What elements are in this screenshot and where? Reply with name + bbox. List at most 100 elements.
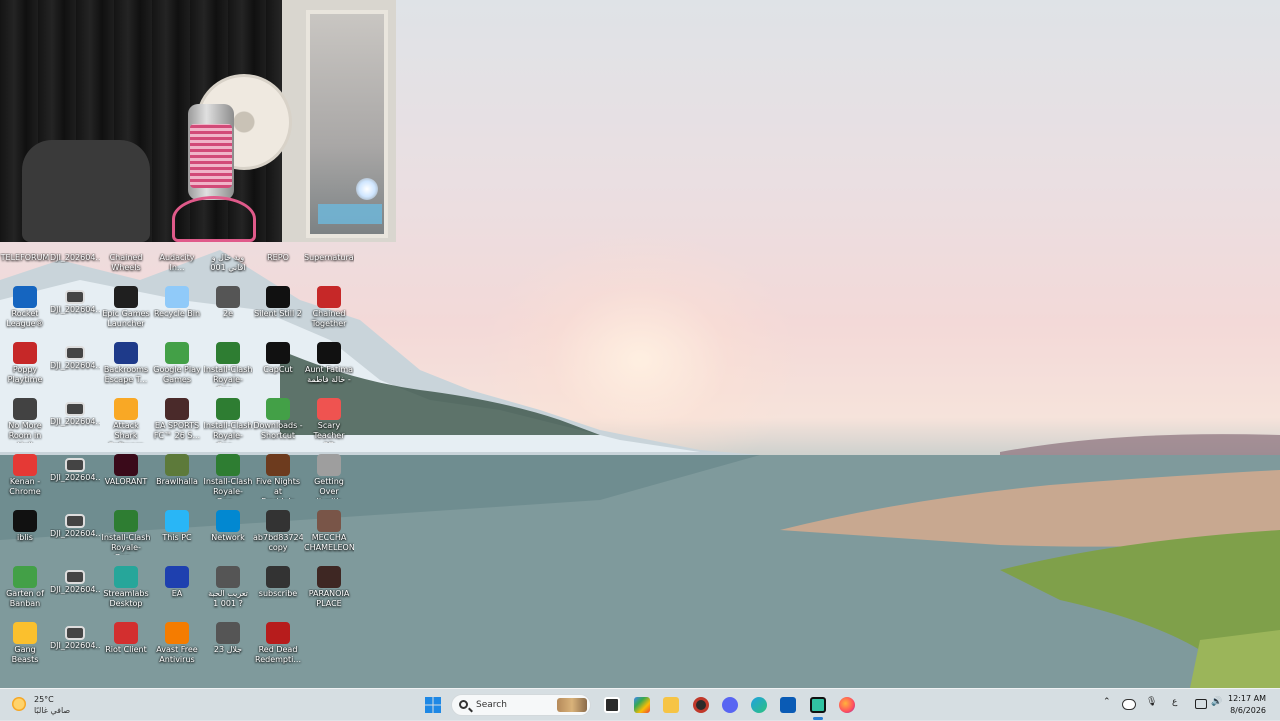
getting-over-it-icon <box>317 454 341 476</box>
desktop-icon-label: Aunt Fatima خالة فاطمة - <box>304 365 354 384</box>
webcam-shock-mount <box>172 196 256 242</box>
desktop-icon[interactable]: Red Dead Redempti... <box>253 618 303 674</box>
desktop-icon[interactable]: REPO <box>253 242 303 272</box>
desktop-icon[interactable]: Attack Shark Software <box>101 394 151 450</box>
desktop-icon[interactable]: Aunt Fatima خالة فاطمة - <box>304 338 354 394</box>
desktop-icon[interactable]: EA SPORTS FC™ 26 S... <box>152 394 202 450</box>
desktop-icon[interactable]: DJI_202604... <box>50 338 100 394</box>
widgets-icon[interactable] <box>634 697 650 713</box>
video-file-icon <box>266 566 290 588</box>
input-language[interactable]: ع <box>1172 697 1177 707</box>
desktop-icon[interactable]: Five Nights at Freddy's <box>253 450 303 506</box>
desktop-icon[interactable]: Audacity In... <box>152 242 202 272</box>
desktop-icon[interactable]: Streamlabs Desktop <box>101 562 151 618</box>
desktop-icon[interactable]: ab7bd83724... copy <box>253 506 303 562</box>
chevron-up-icon[interactable]: ⌃ <box>1103 697 1111 707</box>
desktop-icon[interactable]: Getting Over It with Ben... <box>304 450 354 506</box>
weather-temp: 25°C <box>34 695 54 704</box>
desktop-icon-label: Poppy Playtime <box>7 365 43 384</box>
desktop-icon[interactable]: وية خال و اقاني 001 <box>203 242 253 272</box>
video-file-icon <box>65 514 85 528</box>
desktop-icon[interactable]: iblis <box>0 506 50 562</box>
desktop-icon[interactable]: DJI_202604... <box>50 450 100 506</box>
edge-icon[interactable] <box>751 697 767 713</box>
desktop-icon[interactable]: Silent Still 2 <box>253 282 303 338</box>
desktop-icon[interactable]: 2e <box>203 282 253 338</box>
desktop-icon[interactable]: Supernatural <box>304 242 354 272</box>
desktop-icon[interactable]: No More Room in Hell <box>0 394 50 450</box>
desktop-icon[interactable]: Downloads - Shortcut <box>253 394 303 450</box>
desktop-icon[interactable]: Brawlhalla <box>152 450 202 506</box>
desktop-icon-label: This PC <box>162 533 192 542</box>
desktop-icon[interactable]: CapCut <box>253 338 303 394</box>
weather-widget[interactable]: 25°C صافي غالبًا <box>10 694 100 718</box>
desktop-icon[interactable]: Rocket League® <box>0 282 50 338</box>
desktop-icon[interactable]: Install-Clash Royale-Goo... <box>101 506 151 562</box>
task-view-icon[interactable] <box>604 697 620 713</box>
desktop-icon[interactable]: DJI_202604... <box>50 618 100 674</box>
streamlabs-icon <box>114 566 138 588</box>
desktop-icon[interactable]: Google Play Games <box>152 338 202 394</box>
search-placeholder: Search <box>476 700 507 710</box>
desktop-icon[interactable]: Riot Client <box>101 618 151 674</box>
desktop-icon-label: Brawlhalla <box>156 477 198 486</box>
desktop-icon[interactable]: PARANOIA PLACE <box>304 562 354 618</box>
desktop-icon[interactable]: Epic Games Launcher <box>101 282 151 338</box>
desktop-icon[interactable]: Garten of Banban <box>0 562 50 618</box>
desktop-icon-label: Audacity In... <box>159 253 195 272</box>
desktop-icon[interactable]: تعريب الحبة 1 001 ? <box>203 562 253 618</box>
firefox-icon[interactable] <box>839 697 855 713</box>
desktop-icon[interactable]: Gang Beasts <box>0 618 50 674</box>
desktop-icon[interactable]: Install-Clash Royale-Goo... <box>203 394 253 450</box>
clock-date: 8/6/2026 <box>1230 706 1266 715</box>
onedrive-icon[interactable] <box>1122 699 1136 710</box>
desktop-icon[interactable]: Install-Clash Royale-Goo... <box>203 450 253 506</box>
desktop-icon-label: Install-Clash Royale-Goo... <box>203 365 253 387</box>
desktop-icon[interactable]: Install-Clash Royale-Goo... <box>203 338 253 394</box>
taskbar-search[interactable]: Search <box>451 694 591 716</box>
video-file-icon <box>216 286 240 308</box>
desktop-icon[interactable]: Recycle Bin <box>152 282 202 338</box>
start-windows-icon[interactable] <box>425 697 441 713</box>
system-clock[interactable]: 12:17 AM 8/6/2026 <box>1228 693 1266 717</box>
video-file-icon <box>65 458 85 472</box>
desktop-icon[interactable]: Backrooms Escape T... <box>101 338 151 394</box>
desktop-icon[interactable]: Poppy Playtime <box>0 338 50 394</box>
attack-shark-icon <box>114 398 138 420</box>
desktop-icon[interactable]: Chained Together <box>304 282 354 338</box>
desktop-icon[interactable]: DJI_202604... <box>50 506 100 562</box>
desktop-icon-label: Install-Clash Royale-Goo... <box>203 421 253 443</box>
desktop-icon[interactable]: Chained Wheels <box>101 242 151 272</box>
desktop-icon[interactable]: TELEFORUM <box>0 242 50 272</box>
network-status-icon[interactable] <box>1195 699 1207 709</box>
taskbar: 25°C صافي غالبًا Search ⌃ 🎙 ع 🔊 12:17 AM… <box>0 688 1280 721</box>
streamlabs-taskbar-icon[interactable] <box>810 697 826 713</box>
desktop-icon[interactable]: DJI_202604... <box>50 394 100 450</box>
desktop-icon[interactable]: MECCHA CHAMELEON <box>304 506 354 562</box>
desktop-icon[interactable]: This PC <box>152 506 202 562</box>
microphone-icon[interactable]: 🎙 <box>1146 697 1157 707</box>
desktop-icon-label: تعريب الحبة 1 001 ? <box>208 589 248 608</box>
desktop-icon[interactable]: VALORANT <box>101 450 151 506</box>
recycle-bin-icon <box>165 286 189 308</box>
desktop-icon[interactable]: EA <box>152 562 202 618</box>
desktop-icon[interactable]: Network <box>203 506 253 562</box>
volume-icon[interactable]: 🔊 <box>1211 697 1222 707</box>
desktop-icon[interactable]: Scary Teacher 3D <box>304 394 354 450</box>
discord-icon[interactable] <box>722 697 738 713</box>
ea-sports-icon <box>165 398 189 420</box>
desktop-icon[interactable]: Kenan - Chrome <box>0 450 50 506</box>
desktop-icon[interactable]: جلال 23 <box>203 618 253 674</box>
iblis-icon <box>13 510 37 532</box>
desktop-icon[interactable]: Avast Free Antivirus <box>152 618 202 674</box>
desktop-icon[interactable]: DJI_202604... <box>50 282 100 338</box>
chrome-icon <box>13 454 37 476</box>
epic-games-icon <box>114 286 138 308</box>
desktop-icon-label: Riot Client <box>105 645 147 654</box>
desktop-icon[interactable]: subscribe <box>253 562 303 618</box>
desktop-icon[interactable]: DJI_202604... <box>50 562 100 618</box>
desktop-icon[interactable]: DJI_202604... <box>50 242 100 272</box>
microsoft-store-icon[interactable] <box>780 697 796 713</box>
file-explorer-icon[interactable] <box>663 697 679 713</box>
obs-icon[interactable] <box>693 697 709 713</box>
